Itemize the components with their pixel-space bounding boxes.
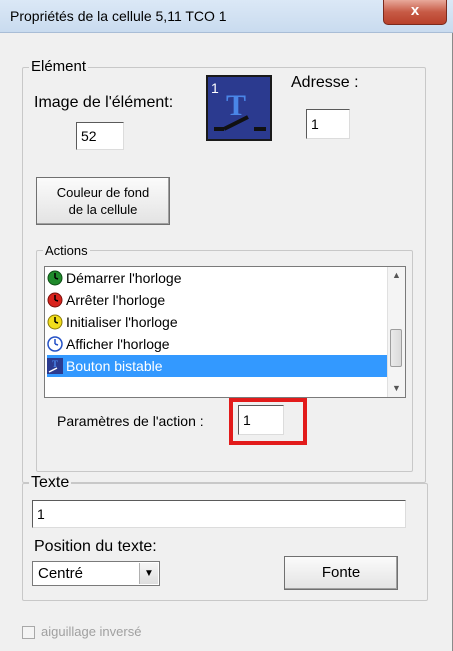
- image-number-field[interactable]: [76, 122, 124, 150]
- address-label: Adresse :: [291, 74, 359, 91]
- font-button-label: Fonte: [321, 564, 361, 581]
- list-item-label: Initialiser l'horloge: [66, 314, 178, 330]
- title-bar: Propriétés de la cellule 5,11 TCO 1 x: [0, 0, 453, 33]
- inverted-switch-checkbox[interactable]: [22, 626, 35, 639]
- actions-list-scrollbar[interactable]: ▲ ▼: [387, 267, 405, 397]
- bg-color-button-line2: de la cellule: [68, 202, 138, 217]
- list-item-label: Afficher l'horloge: [66, 336, 170, 352]
- yellow-clock-icon: [47, 314, 63, 330]
- inverted-switch-label: aiguillage inversé: [41, 624, 142, 639]
- window-title: Propriétés de la cellule 5,11 TCO 1: [10, 8, 227, 24]
- cell-background-color-button[interactable]: Couleur de fond de la cellule: [36, 177, 170, 225]
- list-item-stop-clock[interactable]: Arrêter l'horloge: [47, 289, 388, 311]
- bg-color-button-line1: Couleur de fond: [56, 185, 150, 200]
- icon-number-text: 1: [211, 80, 219, 96]
- scroll-up-arrow-icon[interactable]: ▲: [388, 267, 405, 284]
- list-item-bistable-button[interactable]: T Bouton bistable: [47, 355, 388, 377]
- list-item-reset-clock[interactable]: Initialiser l'horloge: [47, 311, 388, 333]
- highlight-rectangle: [229, 398, 307, 445]
- icon-letter-text: T: [226, 89, 246, 122]
- list-item-start-clock[interactable]: Démarrer l'horloge: [47, 267, 388, 289]
- scrollbar-thumb[interactable]: [390, 329, 402, 367]
- close-button[interactable]: x: [383, 0, 447, 25]
- element-image-preview[interactable]: 1 T: [206, 75, 272, 141]
- text-group-legend: Texte: [29, 474, 72, 492]
- text-position-label: Position du texte:: [34, 538, 157, 555]
- font-button[interactable]: Fonte: [284, 556, 398, 590]
- green-clock-icon: [47, 270, 63, 286]
- actions-group-legend: Actions: [43, 243, 90, 258]
- red-clock-icon: [47, 292, 63, 308]
- blue-clock-outline-icon: [47, 336, 63, 352]
- actions-list[interactable]: Démarrer l'horloge Arrêter l'horloge Ini…: [44, 266, 406, 398]
- list-item-label: Bouton bistable: [66, 358, 163, 374]
- list-item-label: Arrêter l'horloge: [66, 292, 166, 308]
- bistable-switch-icon: T: [47, 358, 63, 374]
- image-label: Image de l'élément:: [34, 94, 174, 111]
- text-position-value: Centré: [38, 565, 84, 582]
- bistable-switch-image-icon: 1 T: [211, 80, 266, 131]
- scroll-down-arrow-icon[interactable]: ▼: [388, 380, 405, 397]
- action-parameters-label: Paramètres de l'action :: [57, 413, 204, 429]
- svg-text:T: T: [52, 359, 58, 369]
- element-group-legend: Elément: [29, 58, 89, 75]
- properties-dialog: Propriétés de la cellule 5,11 TCO 1 x El…: [0, 0, 453, 651]
- text-field[interactable]: [32, 500, 406, 528]
- list-item-label: Démarrer l'horloge: [66, 270, 182, 286]
- list-item-show-clock[interactable]: Afficher l'horloge: [47, 333, 388, 355]
- text-position-select[interactable]: Centré ▼: [32, 561, 160, 586]
- chevron-down-icon[interactable]: ▼: [139, 563, 158, 584]
- address-field[interactable]: [306, 109, 350, 139]
